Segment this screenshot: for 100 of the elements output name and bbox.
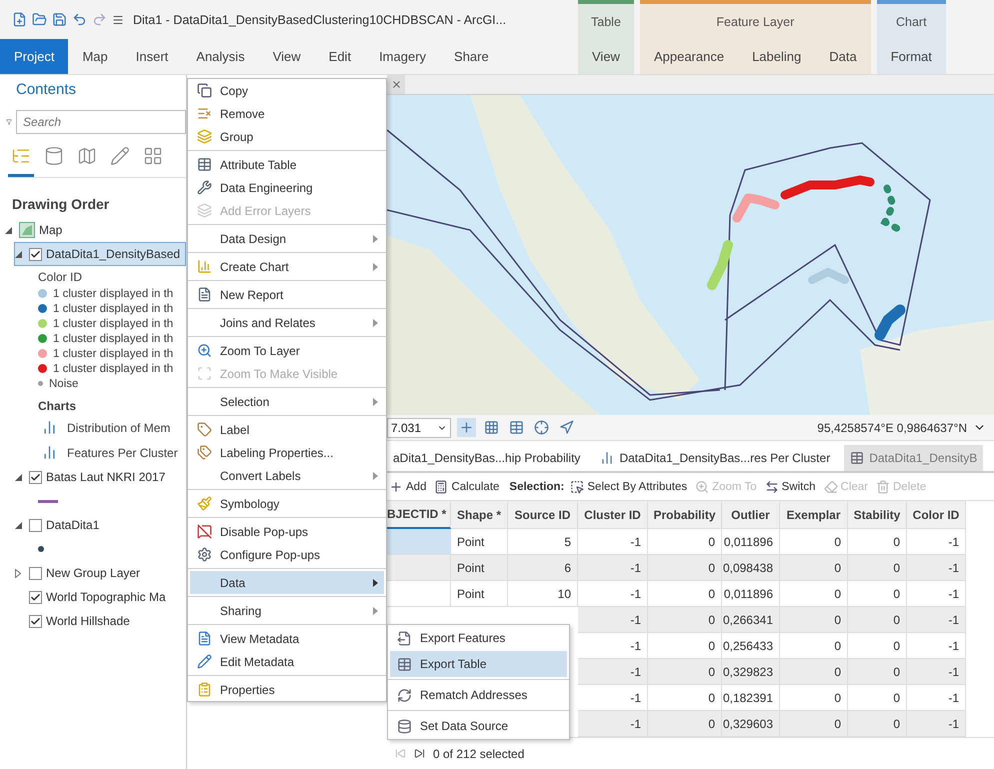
table-cell: -1 bbox=[907, 529, 966, 555]
ribbon-tab[interactable]: Edit bbox=[314, 39, 366, 74]
toolbar-button[interactable]: Add bbox=[387, 480, 428, 494]
menu-item[interactable]: Remove bbox=[190, 102, 384, 125]
toolbar-button[interactable]: Switch bbox=[762, 480, 818, 494]
ribbon-tab[interactable]: Share bbox=[440, 39, 503, 74]
menu-item[interactable]: Attribute Table bbox=[190, 153, 384, 176]
table-cell: 0 bbox=[780, 685, 848, 711]
table-cell: -1 bbox=[907, 581, 966, 607]
table-cell: -1 bbox=[907, 607, 966, 633]
menu-item[interactable]: Zoom To Layer bbox=[190, 339, 384, 362]
table-cell: 0,256433 bbox=[722, 633, 780, 659]
menu-item[interactable]: Convert Labels bbox=[190, 464, 384, 487]
menu-item[interactable]: Set Data Source bbox=[390, 713, 567, 739]
chart-name[interactable]: Features Per Cluster bbox=[67, 446, 178, 460]
ribbon-tab[interactable]: View bbox=[258, 39, 315, 74]
ribbon-tab[interactable]: View bbox=[578, 40, 634, 74]
table-cell: 0 bbox=[648, 659, 722, 685]
column-header[interactable]: BJECTID * bbox=[387, 501, 451, 529]
menu-item[interactable]: Export Table bbox=[390, 651, 567, 677]
menu-item[interactable]: Data bbox=[190, 571, 384, 594]
table-cell: 0 bbox=[648, 607, 722, 633]
ribbon-tab[interactable]: Map bbox=[68, 39, 122, 74]
layer-name[interactable]: World Topographic Ma bbox=[46, 590, 166, 604]
pane-title: Contents bbox=[16, 81, 78, 98]
menu-item[interactable]: Joins and Relates bbox=[190, 311, 384, 334]
ribbon-tab[interactable]: Project bbox=[0, 39, 68, 74]
column-header[interactable]: Shape * bbox=[451, 501, 508, 529]
menu-item[interactable]: Symbology bbox=[190, 492, 384, 515]
table-cell: Point bbox=[451, 555, 508, 581]
menu-item[interactable]: Data Design bbox=[190, 227, 384, 250]
table-view-tab[interactable]: DataDita1_DensityBas...res Per Cluster bbox=[594, 445, 836, 471]
table-cell: 0 bbox=[848, 581, 907, 607]
menu-item[interactable]: Rematch Addresses bbox=[390, 682, 567, 708]
ribbon-tab[interactable]: Appearance bbox=[640, 40, 738, 74]
column-header[interactable]: Outlier bbox=[722, 501, 780, 529]
table-cell: 0 bbox=[648, 555, 722, 581]
menu-item[interactable]: Edit Metadata bbox=[190, 650, 384, 673]
layer-row[interactable]: DataDita1_DensityBased bbox=[14, 242, 186, 266]
table-cell: 0 bbox=[848, 529, 907, 555]
coordinates: 95,4258574°E 0,9864637°N bbox=[817, 420, 967, 434]
menu-item[interactable]: Configure Pop-ups bbox=[190, 543, 384, 566]
toolbar-button[interactable]: Select By Attributes bbox=[568, 480, 690, 494]
table-cell: 0,011896 bbox=[722, 529, 780, 555]
chart-name[interactable]: Distribution of Mem bbox=[67, 420, 170, 434]
menu-item[interactable]: Sharing bbox=[190, 599, 384, 622]
menu-item[interactable]: View Metadata bbox=[190, 627, 384, 650]
legend-label: 1 cluster displayed in th bbox=[53, 348, 174, 360]
column-header[interactable]: Exemplar bbox=[780, 501, 848, 529]
layer-name[interactable]: DataDita1 bbox=[46, 518, 100, 532]
table-cell: 0 bbox=[848, 555, 907, 581]
menu-item[interactable]: Disable Pop-ups bbox=[190, 520, 384, 543]
search-field[interactable]: Search bbox=[16, 110, 186, 134]
table-cell: 6 bbox=[508, 555, 578, 581]
layer-name[interactable]: Batas Laut NKRI 2017 bbox=[46, 470, 166, 484]
toolbar-button[interactable]: Calculate bbox=[432, 480, 502, 494]
table-cell: 0,329823 bbox=[722, 659, 780, 685]
table-cell: 0 bbox=[648, 581, 722, 607]
table-cell: 0 bbox=[780, 555, 848, 581]
menu-item[interactable]: Label bbox=[190, 418, 384, 441]
table-cell: 0 bbox=[648, 685, 722, 711]
menu-item[interactable]: New Report bbox=[190, 283, 384, 306]
group-title: Chart bbox=[895, 14, 928, 31]
menu-item[interactable]: Export Features bbox=[390, 625, 567, 651]
ribbon-tab[interactable]: Analysis bbox=[182, 39, 259, 74]
table-cell: 0,182391 bbox=[722, 685, 780, 711]
layer-name[interactable]: Map bbox=[39, 223, 62, 237]
column-header[interactable]: Source ID bbox=[508, 501, 578, 529]
table-cell: 0 bbox=[648, 529, 722, 555]
scale-field[interactable]: 7.031 bbox=[387, 418, 451, 438]
table-cell: 0 bbox=[848, 685, 907, 711]
menu-item[interactable]: Copy bbox=[190, 79, 384, 102]
table-cell: Point bbox=[451, 581, 508, 607]
menu-item[interactable]: Create Chart bbox=[190, 255, 384, 278]
layer-name[interactable]: World Hillshade bbox=[46, 614, 130, 628]
table-cell: -1 bbox=[578, 633, 648, 659]
table-view-tab[interactable]: aDita1_DensityBas...hip Probability bbox=[387, 445, 586, 471]
table-cell: -1 bbox=[578, 555, 648, 581]
menu-item[interactable]: Data Engineering bbox=[190, 176, 384, 199]
menu-item[interactable]: Group bbox=[190, 125, 384, 148]
column-header[interactable]: Probability bbox=[648, 501, 722, 529]
column-header[interactable]: Stability bbox=[848, 501, 907, 529]
toolbar-label: Selection: bbox=[509, 480, 564, 492]
table-cell: -1 bbox=[907, 659, 966, 685]
menu-item[interactable]: Selection bbox=[190, 390, 384, 413]
table-cell: -1 bbox=[907, 633, 966, 659]
legend-label: 1 cluster displayed in th bbox=[53, 332, 174, 344]
column-header[interactable]: Color ID bbox=[907, 501, 966, 529]
ribbon-tab[interactable]: Insert bbox=[122, 39, 182, 74]
ribbon-tab[interactable]: Format bbox=[876, 40, 946, 74]
column-header[interactable]: Cluster ID bbox=[578, 501, 648, 529]
menu-item[interactable]: Labeling Properties... bbox=[190, 441, 384, 464]
layer-name[interactable]: New Group Layer bbox=[46, 566, 140, 580]
table-cell: 0 bbox=[780, 529, 848, 555]
menu-item[interactable]: Properties bbox=[190, 678, 384, 701]
group-title: Table bbox=[590, 14, 622, 31]
ribbon-tab[interactable]: Imagery bbox=[365, 39, 440, 74]
ribbon-tab[interactable]: Data bbox=[815, 40, 871, 74]
ribbon-tab[interactable]: Labeling bbox=[738, 40, 816, 74]
legend-label: 1 cluster displayed in th bbox=[53, 362, 174, 374]
